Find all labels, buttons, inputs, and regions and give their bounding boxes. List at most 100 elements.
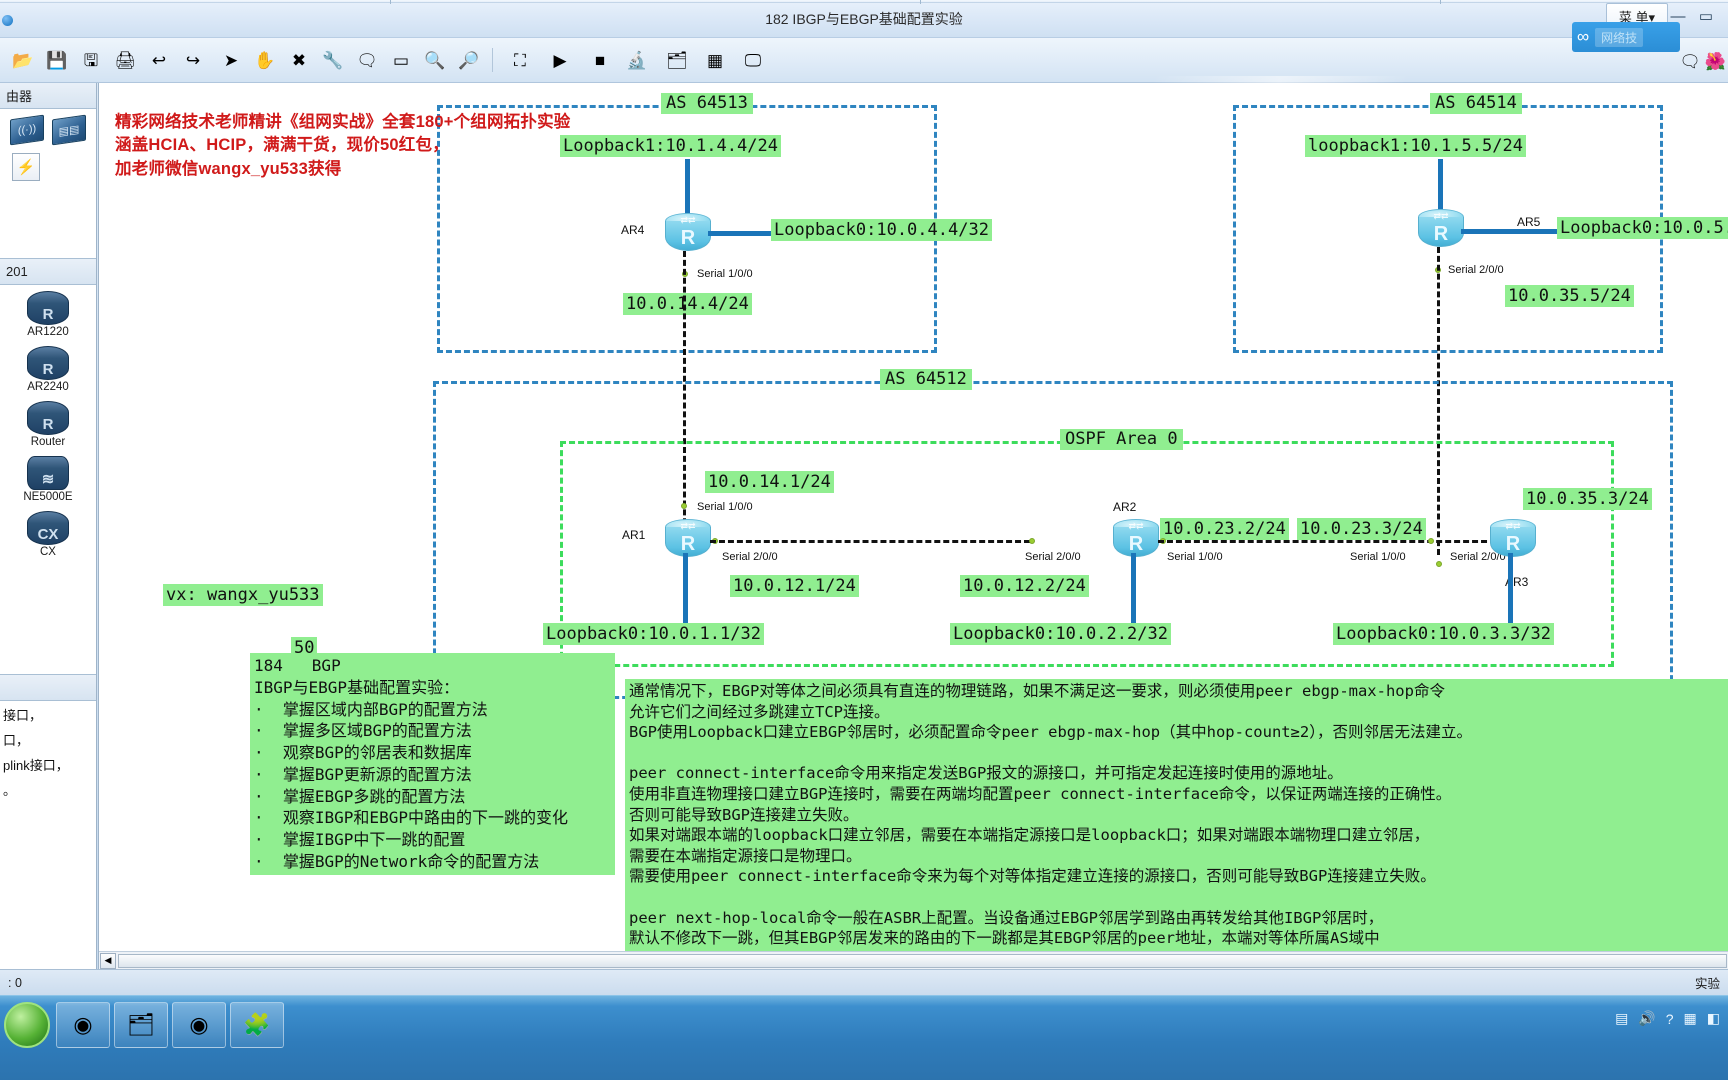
ar1-interface-up-dot — [681, 503, 687, 509]
hand-tool-button[interactable]: ✋ — [250, 45, 280, 75]
sidebar-note-line-1: 接口， — [3, 708, 43, 723]
zoom-reset-button[interactable]: ⛶ — [505, 45, 535, 75]
scroll-thumb[interactable] — [118, 953, 1727, 968]
grid-button[interactable]: ▦ — [700, 45, 730, 75]
console-button[interactable]: 🖵 — [738, 45, 768, 75]
capture-button[interactable]: 🔬 — [622, 45, 652, 75]
redo-button[interactable]: ↪ — [178, 45, 208, 75]
print-button[interactable]: 🖨 — [110, 45, 140, 75]
chat-bubble-icon[interactable]: 🗨 — [1679, 52, 1701, 72]
router-ar5[interactable]: ⇄⇄ R — [1418, 209, 1464, 249]
taskbar-recorder[interactable]: ◉ — [172, 1002, 226, 1048]
taskbar-obs[interactable]: ◉ — [56, 1002, 110, 1048]
maximize-button[interactable]: ▭ — [1692, 3, 1720, 29]
ar5-loopback0-label: Loopback0:10.0.5.5/32 — [1557, 217, 1728, 240]
ar4-loopback0-link — [708, 231, 773, 236]
sidebar-item-ar2240[interactable]: R AR2240 — [0, 340, 96, 395]
ar2-loopback0-link — [1131, 553, 1136, 625]
status-left-text: : 0 — [8, 975, 22, 990]
tray-icon-3[interactable]: ? — [1666, 1011, 1674, 1027]
save-button[interactable]: 💾 — [42, 45, 72, 75]
sidebar-device-list: R AR1220 R AR2240 R Router ≋ NE5000E CX … — [0, 285, 96, 675]
open-button[interactable]: 📂 — [8, 45, 38, 75]
zoom-out-button[interactable]: 🔎 — [454, 45, 484, 75]
zoom-in-button[interactable]: 🔍 — [420, 45, 450, 75]
router-ar1[interactable]: ⇄⇄ R — [665, 519, 711, 559]
sidebar-item-cx[interactable]: CX CX — [0, 505, 96, 560]
sidebar-header-201: 201 — [0, 259, 96, 285]
add-frame-button[interactable]: ▭ — [386, 45, 416, 75]
sidebar-item-ar1220[interactable]: R AR1220 — [0, 285, 96, 340]
ar5-serial-ip-label: 10.0.35.5/24 — [1505, 285, 1634, 308]
router-letter: R — [1128, 533, 1144, 555]
ar1-serial2-ip-label: 10.0.12.1/24 — [730, 575, 859, 598]
taskbar-explorer[interactable]: 🗂 — [114, 1002, 168, 1048]
ar3-serial2-ip-label: 10.0.35.3/24 — [1523, 488, 1652, 511]
topology-tree-button[interactable]: 🗂 — [662, 45, 692, 75]
window-title: 182 IBGP与EBGP基础配置实验 — [765, 11, 963, 27]
delete-button[interactable]: ✖ — [284, 45, 314, 75]
as-64513-label: AS 64513 — [661, 93, 753, 115]
device-sidebar: 由器 ((·)) ▤▤ ⚡ 201 R AR1220 R AR2240 R Ro… — [0, 83, 97, 991]
switch-device-icon[interactable]: ▤▤ — [52, 114, 86, 146]
windows-taskbar: ◉ 🗂 ◉ 🧩 ▤ 🔊 ? ▦ ◧ — [0, 995, 1728, 1080]
tray-icon-2[interactable]: 🔊 — [1638, 1010, 1655, 1027]
ar3-interface-left-dot — [1428, 538, 1434, 544]
cx-switch-icon: CX — [27, 511, 69, 545]
tray-icon-5[interactable]: ◧ — [1707, 1010, 1720, 1027]
router-ar4[interactable]: ⇄⇄ R — [665, 213, 711, 253]
select-tool-button[interactable]: ➤ — [216, 45, 246, 75]
lightning-icon[interactable]: ⚡ — [12, 153, 40, 181]
sidebar-item-label: NE5000E — [23, 491, 73, 503]
tab-strip — [0, 0, 1728, 3]
status-bar: : 0 实验 — [0, 969, 1728, 995]
save-as-button[interactable]: 🖫 — [76, 45, 106, 75]
status-right-text: 实验 — [1694, 977, 1720, 991]
ar1-ar2-link — [710, 540, 1030, 543]
sidebar-top-panel: ((·)) ▤▤ ⚡ — [0, 109, 96, 259]
stop-all-button[interactable]: ■ — [585, 45, 615, 75]
sidebar-note-line-3: plink接口， — [3, 757, 69, 773]
start-all-button[interactable]: ▶ — [545, 45, 575, 75]
lab-objectives-textbox: 184 BGP IBGP与EBGP基础配置实验： · 掌握区域内部BGP的配置方… — [250, 653, 615, 875]
ar5-loopback1-label: loopback1:10.1.5.5/24 — [1305, 135, 1526, 158]
ar1-loopback0-label: Loopback0:10.0.1.1/32 — [543, 623, 764, 646]
sidebar-item-ne5000e[interactable]: ≋ NE5000E — [0, 450, 96, 505]
tray-icon-4[interactable]: ▦ — [1684, 1010, 1697, 1027]
flower-icon[interactable]: 🌺 — [1705, 52, 1726, 72]
promo-text: 精彩网络技术老师精讲《组网实战》全套180+个组网拓扑实验 涵盖HCIA、HCI… — [115, 113, 571, 178]
ar5-interface-label: Serial 2/0/0 — [1448, 264, 1504, 276]
ar4-loopback0-label: Loopback0:10.0.4.4/32 — [771, 219, 992, 242]
sidebar-item-router[interactable]: R Router — [0, 395, 96, 450]
topology-canvas[interactable]: AS 64513 Loopback1:10.1.4.4/24 ⇄⇄ R AR4 … — [105, 83, 1728, 951]
start-button[interactable] — [4, 1002, 50, 1048]
router-icon: R — [27, 346, 69, 380]
delete-link-button[interactable]: 🔧 — [318, 45, 348, 75]
router-letter: R — [680, 227, 696, 249]
as-64512-label: AS 64512 — [880, 369, 972, 391]
scroll-left-arrow-icon[interactable]: ◀ — [100, 952, 116, 969]
tray-icon-1[interactable]: ▤ — [1615, 1010, 1628, 1027]
ar1-interface-up-label: Serial 1/0/0 — [697, 501, 753, 513]
title-bar: 182 IBGP与EBGP基础配置实验 菜 单▾ — ▭ — [0, 0, 1728, 38]
ar2-ar3-link — [1158, 540, 1496, 543]
ospf-area-0-label: OSPF Area 0 — [1060, 429, 1183, 451]
router-icon: R — [27, 291, 69, 325]
router-arrows-icon: ⇄⇄ — [1128, 521, 1144, 531]
ar3-interface-up-dot — [1436, 561, 1442, 567]
wechat-promo-chip[interactable]: ∞ 网络技 — [1572, 22, 1680, 52]
ar1-serial1-ip-label: 10.0.14.1/24 — [705, 471, 834, 494]
taskbar-ensp[interactable]: 🧩 — [230, 1002, 284, 1048]
ar2-interface-right-label: Serial 1/0/0 — [1167, 551, 1223, 563]
canvas-horizontal-scrollbar[interactable]: ◀ — [99, 951, 1728, 969]
router-ar2[interactable]: ⇄⇄ R — [1113, 519, 1159, 559]
router-ar3[interactable]: ⇄⇄ R — [1490, 519, 1536, 559]
undo-button[interactable]: ↩ — [144, 45, 174, 75]
wifi-device-icon[interactable]: ((·)) — [10, 114, 44, 146]
wechat-icon: ∞ — [1577, 27, 1590, 46]
ar4-loopback1-label: Loopback1:10.1.4.4/24 — [560, 135, 781, 158]
ar5-name-label: AR5 — [1517, 215, 1541, 229]
ar1-loopback0-link — [683, 553, 688, 625]
sidebar-item-label: AR1220 — [27, 326, 69, 338]
add-note-button[interactable]: 🗨 — [352, 45, 382, 75]
